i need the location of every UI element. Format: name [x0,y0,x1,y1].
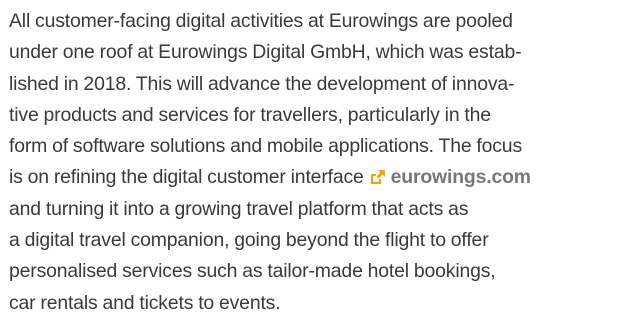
paragraph-line: car rentals and tickets to events. [9,291,281,314]
paragraph-line-text: is on refining the digital customer inte… [9,166,369,189]
paragraph-line-with-link: is on refining the digital customer inte… [9,162,621,193]
eurowings-link[interactable]: eurowings.com [391,166,531,188]
paragraph-line: tive products and services for traveller… [9,103,491,126]
paragraph-line: a digital travel companion, going beyond… [9,229,489,252]
paragraph-line: form of software solutions and mobile ap… [9,135,522,158]
paragraph-line: lished in 2018. This will advance the de… [9,72,515,95]
external-link-icon[interactable] [370,163,385,185]
paragraph-line: personalised services such as tailor-mad… [9,260,496,283]
paragraph-line: under one roof at Eurowings Digital GmbH… [9,41,522,64]
paragraph-line: All customer-facing digital activities a… [9,10,513,32]
article-paragraph: All customer-facing digital activities a… [9,6,621,319]
paragraph-line: and turning it into a growing travel pla… [9,197,469,220]
